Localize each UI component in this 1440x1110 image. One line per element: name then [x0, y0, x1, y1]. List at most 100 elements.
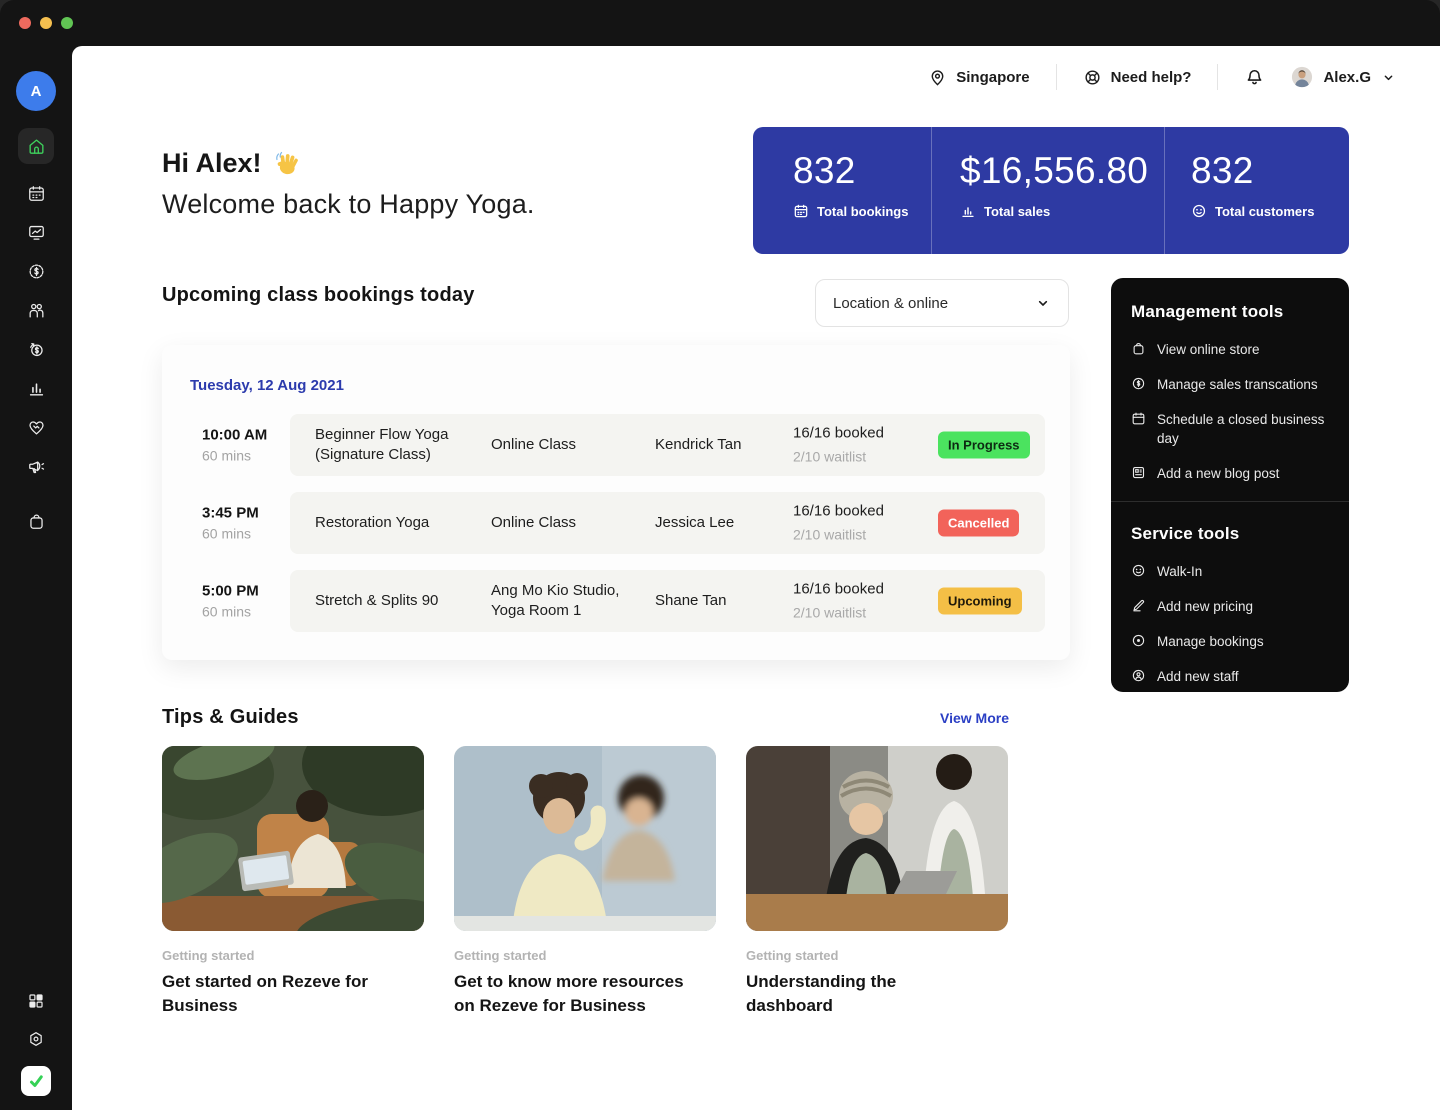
window-close-button[interactable] — [19, 17, 31, 29]
sidebar-item-pricing[interactable] — [27, 262, 46, 281]
stat-total-sales: $16,556.80 Total sales — [931, 127, 1164, 254]
booking-row[interactable]: 5:00 PM 60 mins Stretch & Splits 90 Ang … — [162, 570, 1070, 632]
topbar: Singapore Need help? Alex.G — [72, 46, 1440, 108]
divider — [1056, 64, 1057, 90]
bag-icon — [1131, 340, 1146, 356]
location-filter-dropdown[interactable]: Location & online — [815, 279, 1069, 327]
booking-instructor: Shane Tan — [655, 591, 785, 611]
sidebar-item-transactions[interactable] — [27, 340, 46, 359]
calendar-icon — [1131, 410, 1146, 426]
sidebar-item-customers[interactable] — [27, 301, 46, 320]
tip-card[interactable]: Getting started Understanding the dashbo… — [746, 746, 1008, 1018]
booking-capacity: 16/16 booked 2/10 waitlist — [793, 502, 925, 545]
booking-row[interactable]: 10:00 AM 60 mins Beginner Flow Yoga (Sig… — [162, 414, 1070, 476]
location-selector[interactable]: Singapore — [928, 68, 1029, 87]
tip-card-category: Getting started — [746, 948, 1008, 963]
sidebar-item-home[interactable] — [18, 128, 54, 164]
booking-location: Online Class — [491, 435, 647, 455]
view-more-link[interactable]: View More — [940, 710, 1009, 726]
booking-capacity: 16/16 booked 2/10 waitlist — [793, 424, 925, 467]
sidebar-item-calendar[interactable] — [27, 184, 46, 203]
performance-monitor-icon — [27, 223, 46, 242]
target-icon — [1131, 632, 1146, 648]
tool-label: Manage bookings — [1157, 632, 1264, 651]
stats-card: 832 Total bookings $16,556.80 Tot — [753, 127, 1349, 254]
store-bag-icon — [27, 512, 46, 531]
sidebar-item-partners[interactable] — [27, 418, 46, 437]
waitlist-count: 2/10 waitlist — [793, 525, 925, 545]
chevron-down-icon — [1381, 70, 1396, 85]
tip-card[interactable]: Getting started Get to know more resourc… — [454, 746, 716, 1018]
tip-card-title: Get started on Rezeve for Business — [162, 970, 398, 1018]
user-menu[interactable]: Alex.G — [1291, 66, 1396, 88]
tip-card-image-two-people-desk — [454, 746, 716, 931]
stat-label-text: Total bookings — [817, 204, 908, 219]
sidebar-item-store[interactable] — [27, 512, 46, 531]
reports-bar-chart-icon — [27, 379, 46, 398]
pencil-icon — [1131, 597, 1146, 613]
need-help-button[interactable]: Need help? — [1083, 68, 1192, 87]
sidebar-item-performance[interactable] — [27, 223, 46, 242]
main-content: Singapore Need help? Alex.G — [72, 46, 1440, 1110]
stat-value: 832 — [793, 150, 931, 192]
apps-grid-icon — [27, 992, 45, 1010]
tip-card-category: Getting started — [454, 948, 716, 963]
tool-manage-bookings[interactable]: Manage bookings — [1131, 632, 1329, 651]
greeting: Hi Alex! Welcome back to Happy Yoga. — [162, 148, 535, 220]
booking-class: Restoration Yoga — [315, 513, 485, 533]
waitlist-count: 2/10 waitlist — [793, 447, 925, 467]
partners-heart-handshake-icon — [27, 418, 46, 437]
tip-card-image-staff-with-laptop — [746, 746, 1008, 931]
map-pin-icon — [928, 68, 947, 87]
blog-post-icon — [1131, 464, 1146, 480]
greeting-title: Hi Alex! — [162, 148, 535, 179]
window-minimize-button[interactable] — [40, 17, 52, 29]
notifications-bell-icon[interactable] — [1244, 67, 1265, 88]
management-tools-title: Management tools — [1131, 302, 1329, 322]
tool-add-new-staff[interactable]: Add new staff — [1131, 667, 1329, 686]
booking-row[interactable]: 3:45 PM 60 mins Restoration Yoga Online … — [162, 492, 1070, 554]
stat-total-bookings: 832 Total bookings — [753, 127, 931, 254]
booking-class: Beginner Flow Yoga (Signature Class) — [315, 425, 485, 465]
bookings-section-title: Upcoming class bookings today — [162, 284, 475, 307]
window-zoom-button[interactable] — [61, 17, 73, 29]
booking-instructor: Jessica Lee — [655, 513, 785, 533]
booking-duration: 60 mins — [202, 448, 287, 464]
waving-hand-icon — [273, 149, 302, 178]
home-icon — [27, 137, 46, 156]
user-avatar — [1291, 66, 1313, 88]
tips-cards: Getting started Get started on Rezeve fo… — [162, 746, 1008, 1018]
booking-time: 10:00 AM — [202, 427, 287, 444]
tool-label: Schedule a closed business day — [1157, 410, 1329, 448]
sidebar-item-settings[interactable] — [27, 1030, 45, 1048]
tip-card[interactable]: Getting started Get started on Rezeve fo… — [162, 746, 424, 1018]
person-circle-icon — [1131, 667, 1146, 683]
customers-icon — [27, 301, 46, 320]
calendar-icon — [27, 184, 46, 203]
transactions-refresh-icon — [27, 340, 46, 359]
window-titlebar — [0, 0, 1440, 46]
booking-instructor: Kendrick Tan — [655, 435, 785, 455]
tools-panel: Management tools View online store Manag… — [1111, 278, 1349, 692]
lifebuoy-icon — [1083, 68, 1102, 87]
rezeve-logo[interactable] — [21, 1066, 51, 1096]
filter-value: Location & online — [833, 295, 948, 312]
tool-label: Walk-In — [1157, 562, 1202, 581]
smiley-icon — [1131, 562, 1146, 578]
tool-view-online-store[interactable]: View online store — [1131, 340, 1329, 359]
divider — [1217, 64, 1218, 90]
smiley-icon — [1191, 203, 1207, 219]
waitlist-count: 2/10 waitlist — [793, 603, 925, 623]
sidebar-item-apps[interactable] — [27, 992, 45, 1010]
sidebar-item-marketing[interactable] — [27, 457, 46, 476]
price-seal-icon — [27, 262, 46, 281]
marketing-megaphone-icon — [27, 457, 46, 476]
stat-label-text: Total sales — [984, 204, 1050, 219]
tool-add-new-pricing[interactable]: Add new pricing — [1131, 597, 1329, 616]
tool-schedule-closed-day[interactable]: Schedule a closed business day — [1131, 410, 1329, 448]
tool-walk-in[interactable]: Walk-In — [1131, 562, 1329, 581]
tool-add-blog-post[interactable]: Add a new blog post — [1131, 464, 1329, 483]
tool-manage-sales-transactions[interactable]: Manage sales transcations — [1131, 375, 1329, 394]
workspace-avatar[interactable]: A — [16, 71, 56, 111]
sidebar-item-reports[interactable] — [27, 379, 46, 398]
